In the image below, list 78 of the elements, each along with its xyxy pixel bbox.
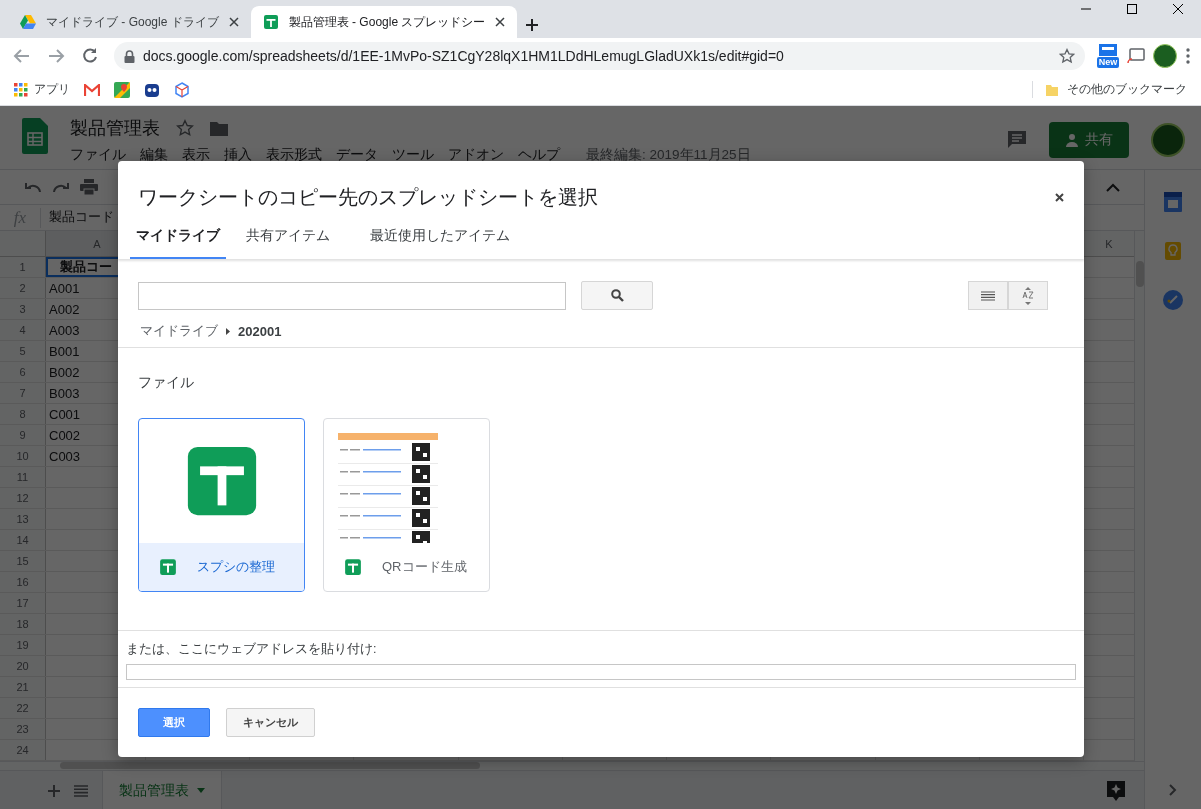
drive-icon bbox=[20, 15, 36, 29]
browser-tab[interactable]: マイドライブ - Google ドライブ bbox=[8, 6, 251, 38]
folder-icon bbox=[1045, 82, 1059, 97]
extension-badge: New bbox=[1096, 57, 1120, 68]
dialog-tab[interactable]: マイドライブ bbox=[130, 215, 226, 259]
apps-grid-icon bbox=[14, 82, 28, 97]
list-view-button[interactable] bbox=[968, 281, 1008, 310]
new-tab-icon[interactable] bbox=[525, 18, 540, 32]
comment-icon[interactable] bbox=[1007, 130, 1027, 150]
share-button[interactable]: 共有 bbox=[1049, 122, 1129, 158]
formula-field[interactable]: 製品コード bbox=[41, 209, 114, 226]
column-header[interactable]: K bbox=[1083, 231, 1134, 256]
url-label: または、ここにウェブアドレスを貼り付け: bbox=[126, 641, 378, 658]
cube-icon[interactable] bbox=[174, 81, 190, 98]
last-edit-link[interactable]: 最終編集: 2019年11月25日 bbox=[586, 146, 751, 164]
menu-item[interactable]: ファイル bbox=[70, 146, 126, 164]
url-field[interactable] bbox=[126, 664, 1076, 680]
cast-icon[interactable] bbox=[1127, 47, 1147, 65]
star-icon[interactable] bbox=[176, 119, 194, 137]
cancel-button[interactable]: キャンセル bbox=[226, 708, 315, 737]
caret-icon bbox=[226, 327, 230, 335]
menu-item[interactable]: 編集 bbox=[140, 146, 168, 164]
menu-item[interactable]: 表示形式 bbox=[266, 146, 322, 164]
browser-tab[interactable]: 製品管理表 - Google スプレッドシー bbox=[250, 6, 518, 38]
dialog-tab[interactable]: 最近使用したアイテム bbox=[370, 215, 530, 259]
address-bar[interactable]: docs.google.com/spreadsheets/d/1EE-1MvPo-SZ1CgY28lqX1HM1LDdHLemugLGladUXk1s/edit#gid=0 bbox=[114, 42, 1085, 70]
sheets-icon bbox=[262, 14, 279, 30]
sheets-icon bbox=[159, 558, 177, 576]
menu-item[interactable]: アドオン bbox=[448, 146, 504, 164]
menu-icon[interactable] bbox=[1183, 47, 1193, 65]
file-name: QRコード生成 bbox=[382, 558, 467, 576]
menu-item[interactable]: 表示 bbox=[182, 146, 210, 164]
sheet-tab[interactable]: 製品管理表 bbox=[102, 771, 222, 809]
dialog-title: ワークシートのコピー先のスプレッドシートを選択 bbox=[138, 184, 599, 210]
sheets-logo[interactable] bbox=[22, 118, 48, 154]
file-card[interactable]: QRコード生成 bbox=[323, 418, 490, 592]
sheet-list-icon[interactable] bbox=[74, 784, 88, 797]
redo-icon[interactable] bbox=[52, 181, 70, 193]
apps-bookmark[interactable]: アプリ bbox=[14, 81, 70, 98]
explore-icon[interactable] bbox=[1106, 779, 1126, 802]
search-button[interactable] bbox=[581, 281, 653, 310]
calendar-icon[interactable] bbox=[1164, 192, 1182, 212]
close-icon[interactable] bbox=[495, 17, 506, 27]
mail-icon[interactable] bbox=[84, 83, 100, 96]
sort-icon bbox=[1022, 286, 1034, 305]
menu-item[interactable]: 挿入 bbox=[224, 146, 252, 164]
undo-icon[interactable] bbox=[24, 181, 42, 193]
profile-avatar[interactable] bbox=[1153, 44, 1177, 68]
file-name: スプシの整理 bbox=[197, 558, 275, 576]
caret-icon bbox=[197, 788, 205, 793]
robot-icon[interactable] bbox=[144, 81, 160, 98]
dialog-tab[interactable]: 共有アイテム bbox=[246, 215, 350, 259]
person-icon bbox=[1065, 133, 1079, 147]
add-sheet-icon[interactable] bbox=[48, 784, 60, 797]
breadcrumb-current: 202001 bbox=[238, 323, 282, 339]
other-bookmarks[interactable]: その他のブックマーク bbox=[1032, 81, 1187, 98]
search-icon bbox=[610, 289, 624, 302]
menu-item[interactable]: データ bbox=[336, 146, 378, 164]
search-field[interactable] bbox=[138, 281, 566, 310]
document-title[interactable]: 製品管理表 bbox=[70, 116, 160, 140]
file-card[interactable]: スプシの整理 bbox=[138, 418, 305, 592]
lock-icon bbox=[124, 49, 135, 63]
collapse-icon[interactable] bbox=[1106, 182, 1120, 192]
chevron-right-icon[interactable] bbox=[1169, 784, 1177, 796]
star-icon[interactable] bbox=[1059, 48, 1075, 64]
select-button[interactable]: 選択 bbox=[138, 708, 210, 737]
list-icon bbox=[981, 290, 995, 301]
close-icon[interactable] bbox=[228, 17, 239, 27]
menu-item[interactable]: ツール bbox=[392, 146, 434, 164]
close-icon[interactable] bbox=[1055, 192, 1064, 202]
extension-icon[interactable] bbox=[1098, 43, 1118, 57]
tasks-icon[interactable] bbox=[1163, 290, 1183, 310]
sheets-icon bbox=[344, 558, 362, 576]
print-icon[interactable] bbox=[80, 179, 98, 195]
folder-icon[interactable] bbox=[210, 120, 228, 136]
map-icon[interactable] bbox=[114, 81, 130, 98]
scrollbar-thumb[interactable] bbox=[60, 762, 480, 769]
menu-item[interactable]: ヘルプ bbox=[518, 146, 560, 164]
